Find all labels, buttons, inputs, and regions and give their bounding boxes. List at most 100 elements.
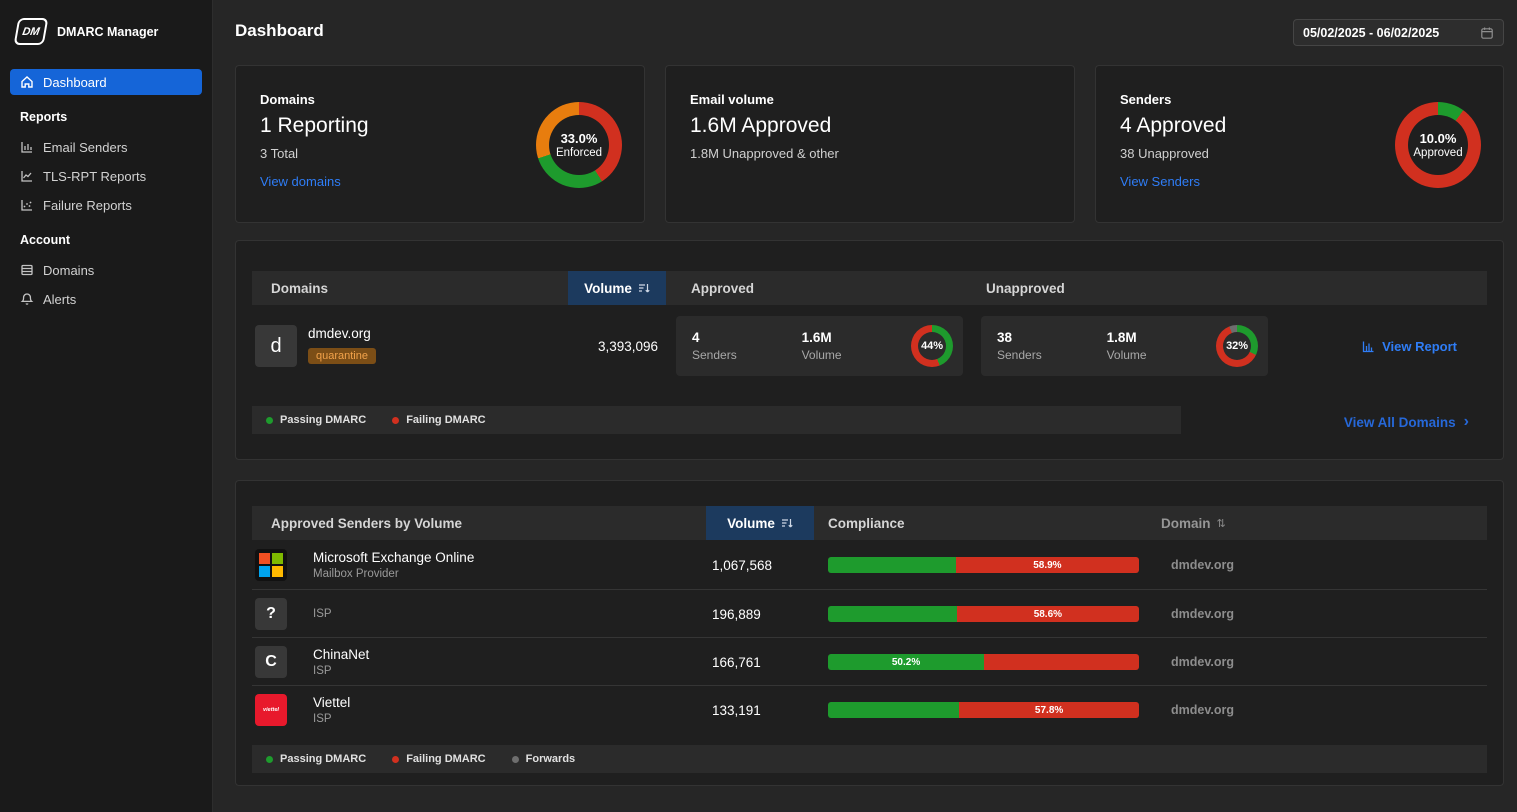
legend-passing-dmarc: Passing DMARC bbox=[266, 414, 366, 426]
donut-caption: Approved bbox=[1413, 147, 1462, 159]
column-header-label: Volume bbox=[727, 516, 775, 531]
senders-legend: Passing DMARC Failing DMARC Forwards bbox=[252, 745, 1487, 773]
enforced-donut-chart: 33.0% Enforced bbox=[536, 102, 622, 188]
approved-senders-table-card: Approved Senders by Volume Volume Compli… bbox=[235, 480, 1504, 786]
column-header-domains[interactable]: Domains bbox=[271, 271, 328, 305]
domain-avatar: d bbox=[255, 325, 297, 367]
domain-name-block: dmdev.org quarantine bbox=[308, 326, 376, 364]
sidebar-item-tls-rpt-reports[interactable]: TLS-RPT Reports bbox=[10, 163, 202, 189]
chinanet-avatar: C bbox=[255, 646, 287, 678]
viettel-logo: viettel bbox=[255, 694, 287, 726]
sender-name[interactable]: Microsoft Exchange Online bbox=[313, 550, 474, 565]
sender-row-chinanet[interactable]: C ChinaNet ISP 166,761 50.2% dmdev.org bbox=[252, 637, 1487, 685]
column-header-domain[interactable]: Domain ⇅ bbox=[1161, 506, 1226, 540]
sidebar-item-dashboard[interactable]: Dashboard bbox=[10, 69, 202, 95]
report-chart-icon bbox=[1362, 340, 1375, 353]
senders-table-header: Approved Senders by Volume Volume Compli… bbox=[252, 506, 1487, 540]
home-icon bbox=[20, 75, 34, 89]
stat-value: 4 bbox=[692, 330, 802, 345]
column-header-approved[interactable]: Approved bbox=[691, 271, 754, 305]
domains-legend: Passing DMARC Failing DMARC bbox=[252, 406, 1181, 434]
policy-badge: quarantine bbox=[308, 348, 376, 364]
unapproved-stats-group: 38 Senders 1.8M Volume 32% bbox=[981, 316, 1268, 376]
green-dot bbox=[266, 417, 273, 424]
failing-segment: 57.8% bbox=[959, 702, 1139, 718]
sidebar-item-email-senders[interactable]: Email Senders bbox=[10, 134, 202, 160]
date-range-picker[interactable]: 05/02/2025 - 06/02/2025 bbox=[1293, 19, 1504, 46]
column-header-unapproved[interactable]: Unapproved bbox=[986, 271, 1065, 305]
donut-percent: 44% bbox=[921, 340, 943, 352]
sender-name[interactable]: ChinaNet bbox=[313, 647, 369, 662]
sidebar-item-label: Domains bbox=[43, 263, 94, 278]
compliance-bar: 57.8% bbox=[828, 702, 1139, 718]
compliance-bar: 58.9% bbox=[828, 557, 1139, 573]
sender-type: ISP bbox=[313, 608, 332, 620]
sender-type: Mailbox Provider bbox=[313, 568, 474, 580]
column-header-volume[interactable]: Volume bbox=[568, 271, 666, 305]
email-volume-summary-card: Email volume 1.6M Approved 1.8M Unapprov… bbox=[665, 65, 1075, 223]
app-logo: DM bbox=[14, 18, 49, 45]
sidebar-item-label: Dashboard bbox=[43, 75, 107, 90]
sender-domain[interactable]: dmdev.org bbox=[1171, 638, 1234, 686]
passing-segment bbox=[828, 557, 956, 573]
approved-senders-donut-chart: 10.0% Approved bbox=[1395, 102, 1481, 188]
stat-label: Senders bbox=[997, 348, 1107, 362]
donut-percent: 33.0% bbox=[561, 131, 598, 146]
green-dot bbox=[266, 756, 273, 763]
donut-caption: Enforced bbox=[556, 147, 602, 159]
sender-type: ISP bbox=[313, 713, 350, 725]
domains-table-card: Domains Volume Approved Unapproved d dmd… bbox=[235, 240, 1504, 460]
email-volume-bar-chart bbox=[844, 80, 1064, 192]
sender-domain[interactable]: dmdev.org bbox=[1171, 686, 1234, 734]
gray-dot bbox=[512, 756, 519, 763]
sidebar-section-reports: Reports bbox=[20, 110, 192, 124]
sidebar-item-domains[interactable]: Domains bbox=[10, 257, 202, 283]
view-senders-link[interactable]: View Senders bbox=[1120, 174, 1200, 189]
sender-name-block: Microsoft Exchange Online Mailbox Provid… bbox=[313, 541, 474, 589]
domain-row-dmdev[interactable]: d dmdev.org quarantine 3,393,096 4 Sende… bbox=[252, 316, 1487, 376]
sender-row-unknown-isp[interactable]: ? ISP 196,889 58.6% dmdev.org bbox=[252, 589, 1487, 637]
domains-summary-card: Domains 1 Reporting 3 Total View domains… bbox=[235, 65, 645, 223]
sort-descending-icon bbox=[638, 282, 650, 294]
sender-row-microsoft[interactable]: Microsoft Exchange Online Mailbox Provid… bbox=[252, 541, 1487, 589]
stat-value: 1.8M bbox=[1107, 330, 1217, 345]
sender-name[interactable]: Viettel bbox=[313, 695, 350, 710]
view-all-domains-link[interactable]: View All Domains › bbox=[1344, 413, 1469, 431]
scatter-chart-icon bbox=[20, 198, 34, 212]
stat-label: Senders bbox=[692, 348, 802, 362]
sidebar-item-failure-reports[interactable]: Failure Reports bbox=[10, 192, 202, 218]
sender-name-block: ChinaNet ISP bbox=[313, 638, 369, 686]
sidebar-item-label: TLS-RPT Reports bbox=[43, 169, 146, 184]
donut-center: 44% bbox=[918, 332, 946, 360]
sort-both-icon: ⇅ bbox=[1217, 517, 1226, 530]
legend-passing-dmarc: Passing DMARC bbox=[266, 753, 366, 765]
ms-square-blue bbox=[259, 566, 270, 577]
column-header-compliance[interactable]: Compliance bbox=[828, 506, 905, 540]
page-title: Dashboard bbox=[235, 21, 324, 41]
column-header-volume[interactable]: Volume bbox=[706, 506, 814, 540]
approved-senders-stat: 4 Senders bbox=[692, 330, 802, 362]
domains-table-header: Domains Volume Approved Unapproved bbox=[252, 271, 1487, 305]
chevron-right-icon: › bbox=[1464, 413, 1469, 431]
column-header-label: Domain bbox=[1161, 516, 1211, 531]
view-domains-link[interactable]: View domains bbox=[260, 174, 341, 189]
bar-chart-icon bbox=[20, 140, 34, 154]
sender-domain[interactable]: dmdev.org bbox=[1171, 590, 1234, 638]
sender-domain[interactable]: dmdev.org bbox=[1171, 541, 1234, 589]
red-dot bbox=[392, 417, 399, 424]
legend-forwards: Forwards bbox=[512, 753, 576, 765]
approved-volume-stat: 1.6M Volume bbox=[802, 330, 912, 362]
donut-center: 10.0% Approved bbox=[1408, 115, 1468, 175]
passing-segment: 50.2% bbox=[828, 654, 984, 670]
compliance-percent: 58.6% bbox=[1034, 609, 1062, 620]
stat-value: 1.6M bbox=[802, 330, 912, 345]
unapproved-pass-rate-donut: 32% bbox=[1216, 325, 1258, 367]
failing-segment: 58.6% bbox=[957, 606, 1139, 622]
approved-pass-rate-donut: 44% bbox=[911, 325, 953, 367]
view-report-link[interactable]: View Report bbox=[1362, 316, 1457, 376]
sidebar-item-alerts[interactable]: Alerts bbox=[10, 286, 202, 312]
sender-row-viettel[interactable]: viettel Viettel ISP 133,191 57.8% dmdev.… bbox=[252, 685, 1487, 733]
domain-name[interactable]: dmdev.org bbox=[308, 326, 376, 341]
legend-failing-dmarc: Failing DMARC bbox=[392, 414, 485, 426]
unapproved-senders-stat: 38 Senders bbox=[997, 330, 1107, 362]
